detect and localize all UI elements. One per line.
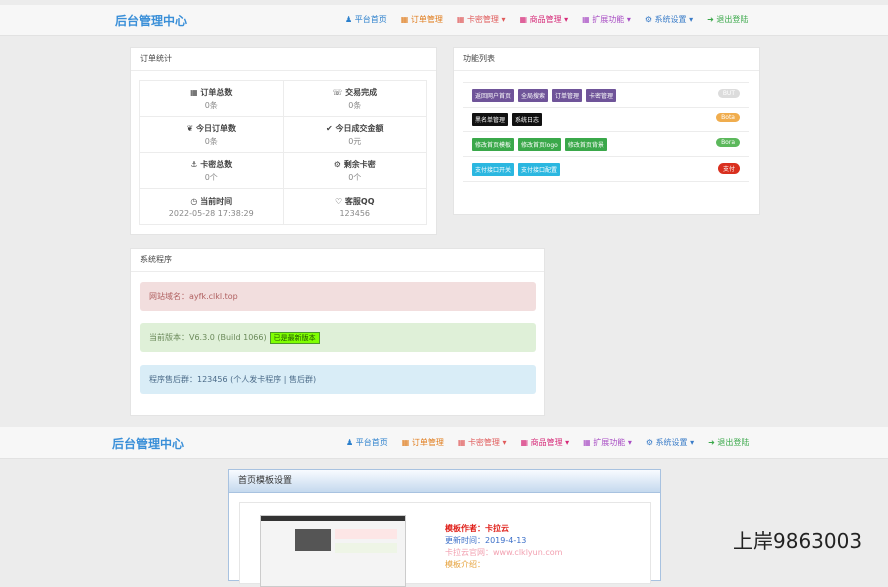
nav-menu: ♟ 平台首页 ▦ 订单管理 ▦ 卡密管理 ▾ ▦ 商品管理 ▾ ▦ 扩展功能 ▾…: [345, 14, 748, 25]
status-badge: BUT: [717, 89, 740, 98]
nav-cards[interactable]: ▦ 卡密管理 ▾: [457, 14, 506, 25]
heart-icon: ♡: [334, 196, 343, 206]
check-icon: ✔: [326, 123, 333, 133]
stat-cell: ⚓ 卡密总数 0个: [139, 152, 284, 189]
domain-alert: 网站域名：ayfk.clkl.top: [140, 282, 536, 311]
nav-home[interactable]: ♟ 平台首页: [345, 14, 387, 25]
order-manage-button[interactable]: 订单管理: [552, 89, 583, 102]
nav-system[interactable]: ⚙ 系统设置 ▾: [646, 437, 694, 448]
nav-home[interactable]: ♟ 平台首页: [346, 437, 388, 448]
leaf-icon: ❦: [186, 123, 194, 133]
nav-extend[interactable]: ▦ 扩展功能 ▾: [582, 14, 631, 25]
brand-title[interactable]: 后台管理中心: [115, 12, 187, 29]
version-alert: 当前版本：V6.3.0 (Build 1066) 已是最新版本: [140, 323, 536, 352]
preview-header: [261, 516, 405, 521]
stat-cell: ☏ 交易完成 0条: [282, 80, 427, 117]
back-home-button[interactable]: 返回网户首页: [472, 89, 515, 102]
function-row: 返回网户首页 全局搜索 订单管理 卡密管理 BUT: [463, 82, 749, 108]
stat-cell: ◷ 当前时间 2022-05-28 17:38:29: [139, 188, 284, 225]
nav-cards[interactable]: ▦ 卡密管理 ▾: [458, 437, 507, 448]
stat-cell: ❦ 今日订单数 0条: [139, 116, 284, 153]
order-stats-title: 订单统计: [131, 48, 436, 71]
function-list-title: 功能列表: [454, 48, 759, 71]
nav-orders[interactable]: ▦ 订单管理: [402, 437, 444, 448]
stat-cell: ✔ 今日成交金额 0元: [282, 116, 427, 153]
nav-goods[interactable]: ▦ 商品管理 ▾: [521, 437, 570, 448]
edit-template-button[interactable]: 修改首页模板: [472, 138, 515, 151]
template-intro: 模板介绍：: [445, 560, 485, 569]
payment-switch-button[interactable]: 支付接口开关: [472, 163, 515, 176]
order-stats-table: ▦ 订单总数 0条 ☏ 交易完成 0条 ❦ 今日订单数 0条 ✔ 今日成交金额 0元 ⚓…: [139, 80, 427, 225]
card-manage-button[interactable]: 卡密管理: [586, 89, 617, 102]
top-navbar: 后台管理中心 ♟ 平台首页 ▦ 订单管理 ▦ 卡密管理 ▾ ▦ 商品管理 ▾ ▦…: [0, 5, 888, 36]
nav-logout[interactable]: ➜ 退出登陆: [708, 437, 749, 448]
function-row: 支付接口开关 支付接口配置 支付: [463, 157, 749, 182]
gear-icon: ⚙: [333, 159, 341, 169]
top-navbar-2: 后台管理中心 ♟ 平台首页 ▦ 订单管理 ▦ 卡密管理 ▾ ▦ 商品管理 ▾ ▦…: [0, 427, 888, 459]
grid-icon: ▦: [190, 87, 198, 97]
template-title: 首页模板设置: [229, 470, 660, 493]
status-badge: 支付: [717, 163, 740, 174]
watermark-text: 上岸9863003: [733, 529, 863, 553]
latest-version-tag: 已是最新版本: [269, 332, 320, 344]
brand-title-2[interactable]: 后台管理中心: [112, 435, 184, 452]
nav-goods[interactable]: ▦ 商品管理 ▾: [520, 14, 569, 25]
nav-orders[interactable]: ▦ 订单管理: [401, 14, 443, 25]
edit-background-button[interactable]: 修改首页背景: [564, 138, 607, 151]
global-search-button[interactable]: 全局搜索: [518, 89, 549, 102]
template-author: 模板作者：卡拉云: [445, 524, 509, 533]
stat-cell: ♡ 客服QQ 123456: [282, 188, 427, 225]
anchor-icon: ⚓: [190, 159, 198, 169]
edit-logo-button[interactable]: 修改首页logo: [518, 138, 561, 151]
cart-icon: ☏: [332, 87, 343, 97]
function-row: 修改首页模板 修改首页logo 修改首页背景 Bora: [463, 132, 749, 157]
status-badge: Bora: [716, 138, 740, 147]
stat-cell: ⚙ 剩余卡密 0个: [282, 152, 427, 189]
template-site[interactable]: 卡拉云官网：www.clklyun.com: [445, 547, 562, 559]
preview-text-block: [335, 529, 397, 539]
order-stats-panel: 订单统计 ▦ 订单总数 0条 ☏ 交易完成 0条 ❦ 今日订单数 0条 ✔ 今日成交金…: [130, 47, 437, 235]
system-title: 系统程序: [131, 249, 544, 272]
blacklist-button[interactable]: 黑名单管理: [472, 113, 509, 126]
preview-text-block: [335, 543, 397, 553]
template-card: 模板作者：卡拉云 更新时间：2019-4-13 卡拉云官网：www.clklyu…: [239, 502, 651, 587]
preview-image-block: [295, 529, 331, 551]
support-alert: 程序售后群：123456 (个人发卡程序 | 售后群): [140, 365, 536, 394]
system-log-button[interactable]: 系统日志: [512, 113, 543, 126]
template-panel: 首页模板设置 模板作者：卡拉云 更新时间：2019-4-13 卡拉云官网：www…: [228, 469, 661, 587]
nav-system[interactable]: ⚙ 系统设置 ▾: [645, 14, 693, 25]
status-badge: Bota: [716, 113, 740, 122]
template-info: 模板作者：卡拉云 更新时间：2019-4-13 卡拉云官网：www.clklyu…: [445, 523, 562, 571]
template-updated: 更新时间：2019-4-13: [445, 536, 527, 545]
system-panel: 系统程序 网站域名：ayfk.clkl.top 当前版本：V6.3.0 (Bui…: [130, 248, 545, 416]
clock-icon: ◷: [190, 196, 198, 206]
payment-config-button[interactable]: 支付接口配置: [518, 163, 561, 176]
template-preview-thumbnail[interactable]: [260, 515, 406, 587]
nav-extend[interactable]: ▦ 扩展功能 ▾: [583, 437, 632, 448]
nav-logout[interactable]: ➜ 退出登陆: [707, 14, 748, 25]
nav-menu-2: ♟ 平台首页 ▦ 订单管理 ▦ 卡密管理 ▾ ▦ 商品管理 ▾ ▦ 扩展功能 ▾…: [346, 437, 749, 448]
function-list-panel: 功能列表 返回网户首页 全局搜索 订单管理 卡密管理 BUT 黑名单管理 系统日…: [453, 47, 760, 215]
function-row: 黑名单管理 系统日志 Bota: [463, 107, 749, 132]
stat-cell: ▦ 订单总数 0条: [139, 80, 284, 117]
